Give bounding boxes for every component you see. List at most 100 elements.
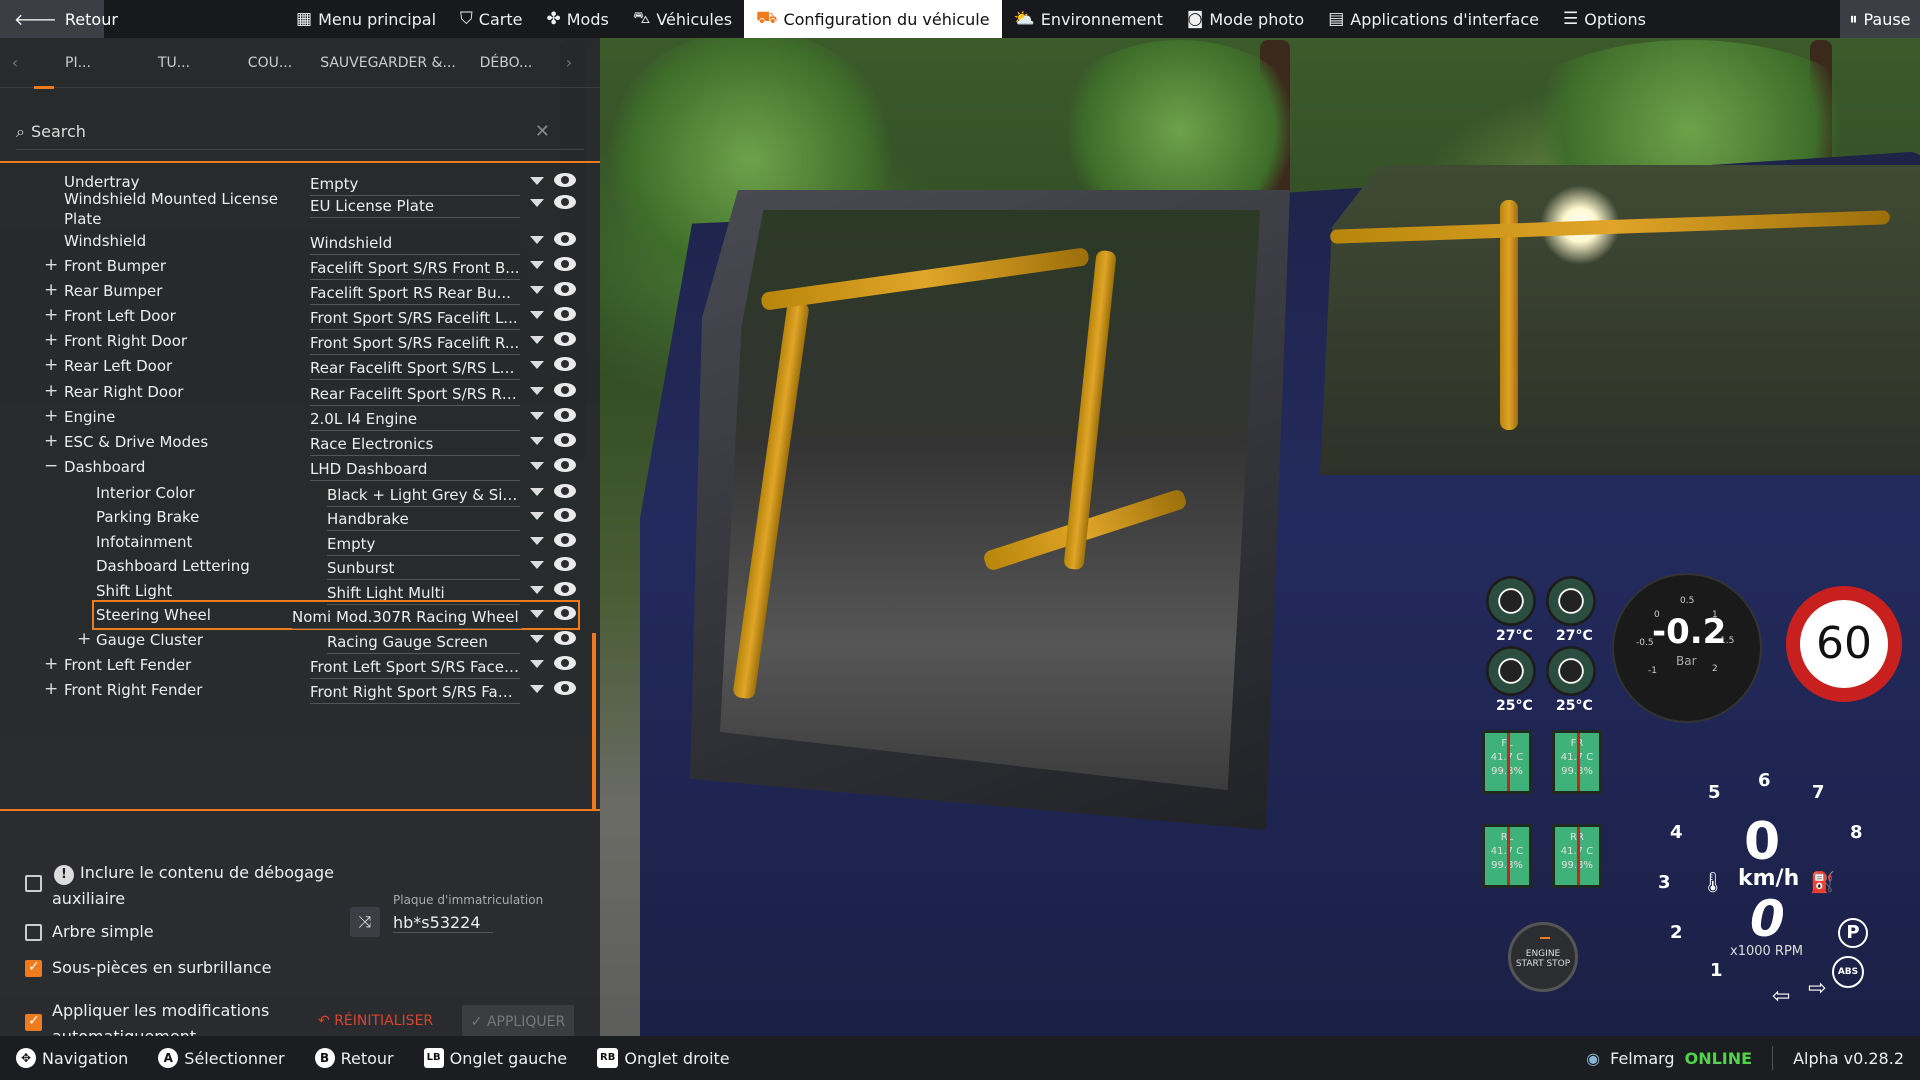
visibility-eye-icon[interactable] xyxy=(554,606,576,620)
visibility-eye-icon[interactable] xyxy=(554,257,576,271)
expand-icon[interactable]: + xyxy=(44,280,58,300)
dropdown-arrow-icon[interactable] xyxy=(530,660,544,668)
part-select[interactable]: EU License Plate xyxy=(310,197,520,218)
part-row[interactable]: + Front Right Fender Front Right Sport S/R… xyxy=(0,675,590,705)
dropdown-arrow-icon[interactable] xyxy=(530,236,544,244)
part-name: Interior Color xyxy=(96,484,195,502)
tab-next-arrow-icon[interactable]: › xyxy=(554,53,584,72)
visibility-eye-icon[interactable] xyxy=(554,458,576,472)
tab-parts[interactable]: PI... xyxy=(30,55,126,71)
dropdown-arrow-icon[interactable] xyxy=(530,199,544,207)
debug-checkbox[interactable] xyxy=(25,875,42,892)
dropdown-arrow-icon[interactable] xyxy=(530,462,544,470)
pause-button[interactable]: ⏸ Pause xyxy=(1840,0,1920,38)
apply-button[interactable]: ✓ APPLIQUER xyxy=(462,1005,574,1039)
autoapply-checkbox[interactable] xyxy=(25,1013,42,1031)
dropdown-arrow-icon[interactable] xyxy=(530,412,544,420)
visibility-eye-icon[interactable] xyxy=(554,173,576,187)
apps-icon: ▤ xyxy=(1328,9,1345,29)
menu-photo[interactable]: ◙ Mode photo xyxy=(1175,0,1316,38)
clear-search-icon[interactable]: ✕ xyxy=(535,121,550,142)
dropdown-arrow-icon[interactable] xyxy=(530,437,544,445)
search-box[interactable]: ⌕ Search ✕ xyxy=(16,114,584,150)
part-select[interactable]: Front Right Sport S/RS Fac... xyxy=(310,683,520,704)
search-input[interactable]: Search xyxy=(31,122,86,141)
collapse-icon[interactable]: − xyxy=(44,456,58,476)
visibility-eye-icon[interactable] xyxy=(554,582,576,596)
expand-icon[interactable]: + xyxy=(44,305,58,325)
dropdown-arrow-icon[interactable] xyxy=(530,685,544,693)
dropdown-arrow-icon[interactable] xyxy=(530,261,544,269)
search-icon: ⌕ xyxy=(16,121,25,141)
visibility-eye-icon[interactable] xyxy=(554,508,576,522)
expand-icon[interactable]: + xyxy=(44,654,58,674)
dropdown-arrow-icon[interactable] xyxy=(530,387,544,395)
menu-map[interactable]: ⛉ Carte xyxy=(448,0,534,38)
dropdown-arrow-icon[interactable] xyxy=(530,512,544,520)
visibility-eye-icon[interactable] xyxy=(554,484,576,498)
part-row[interactable]: Windshield Mounted License Plate EU Licen… xyxy=(0,189,590,228)
reset-button[interactable]: ↶ RÉINITIALISER xyxy=(318,1013,433,1029)
car-config-icon: ⛟ xyxy=(756,8,778,28)
menu-ui-apps[interactable]: ▤ Applications d'interface xyxy=(1316,0,1551,38)
menu-options[interactable]: ☰ Options xyxy=(1551,0,1658,38)
visibility-eye-icon[interactable] xyxy=(554,332,576,346)
hint-select: A Sélectionner xyxy=(158,1048,285,1068)
dropdown-arrow-icon[interactable] xyxy=(530,177,544,185)
plate-input[interactable]: hb*s53224 xyxy=(393,913,493,933)
back-button[interactable]: 🡐 Retour xyxy=(0,0,118,38)
tab-save[interactable]: SAUVEGARDER &... xyxy=(318,55,458,71)
dropdown-arrow-icon[interactable] xyxy=(530,537,544,545)
expand-icon[interactable]: + xyxy=(44,255,58,275)
visibility-eye-icon[interactable] xyxy=(554,357,576,371)
visibility-eye-icon[interactable] xyxy=(554,557,576,571)
dropdown-arrow-icon[interactable] xyxy=(530,561,544,569)
expand-icon[interactable]: + xyxy=(44,330,58,350)
shuffle-plate-button[interactable]: ⤨ xyxy=(350,907,380,937)
expand-icon[interactable]: + xyxy=(44,431,58,451)
parts-scrollbar[interactable] xyxy=(592,633,596,809)
dropdown-arrow-icon[interactable] xyxy=(530,635,544,643)
menu-mods[interactable]: ✤ Mods xyxy=(534,0,620,38)
visibility-eye-icon[interactable] xyxy=(554,681,576,695)
expand-icon[interactable]: + xyxy=(44,406,58,426)
menu-main[interactable]: ▦ Menu principal xyxy=(284,0,448,38)
expand-icon[interactable]: + xyxy=(44,355,58,375)
dropdown-arrow-icon[interactable] xyxy=(530,610,544,618)
simple-tree-label: Arbre simple xyxy=(52,922,154,941)
expand-icon[interactable]: + xyxy=(44,679,58,699)
dropdown-arrow-icon[interactable] xyxy=(530,336,544,344)
dropdown-arrow-icon[interactable] xyxy=(530,586,544,594)
tab-debug[interactable]: DÉBO... xyxy=(458,55,554,71)
expand-icon[interactable]: + xyxy=(44,381,58,401)
visibility-eye-icon[interactable] xyxy=(554,533,576,547)
part-name: Front Left Door xyxy=(64,307,176,325)
visibility-eye-icon[interactable] xyxy=(554,433,576,447)
highlight-checkbox[interactable] xyxy=(25,959,42,977)
dropdown-arrow-icon[interactable] xyxy=(530,286,544,294)
visibility-eye-icon[interactable] xyxy=(554,232,576,246)
tab-prev-arrow-icon[interactable]: ‹ xyxy=(0,53,30,72)
tach-number: 8 xyxy=(1850,822,1863,843)
tab-color[interactable]: COU... xyxy=(222,55,318,71)
visibility-eye-icon[interactable] xyxy=(554,656,576,670)
car-icon: ⛍ xyxy=(632,8,651,28)
visibility-eye-icon[interactable] xyxy=(554,631,576,645)
puzzle-icon: ✤ xyxy=(546,9,561,29)
visibility-eye-icon[interactable] xyxy=(554,408,576,422)
dropdown-arrow-icon[interactable] xyxy=(530,361,544,369)
visibility-eye-icon[interactable] xyxy=(554,307,576,321)
menu-vehicle-config[interactable]: ⛟ Configuration du véhicule xyxy=(744,0,1002,38)
dropdown-arrow-icon[interactable] xyxy=(530,488,544,496)
expand-icon[interactable]: + xyxy=(77,629,91,649)
visibility-eye-icon[interactable] xyxy=(554,383,576,397)
visibility-eye-icon[interactable] xyxy=(554,195,576,209)
dropdown-arrow-icon[interactable] xyxy=(530,311,544,319)
menu-vehicles[interactable]: ⛍ Véhicules xyxy=(621,0,744,38)
tire-mini-fl: FL 41.7 C 99.8% xyxy=(1482,730,1532,794)
tab-tuning[interactable]: TU... xyxy=(126,55,222,71)
engine-start-stop-button[interactable]: ENGINE START STOP xyxy=(1508,922,1578,992)
menu-environment[interactable]: ⛅ Environnement xyxy=(1002,0,1175,38)
visibility-eye-icon[interactable] xyxy=(554,282,576,296)
simple-tree-checkbox[interactable] xyxy=(25,924,42,941)
